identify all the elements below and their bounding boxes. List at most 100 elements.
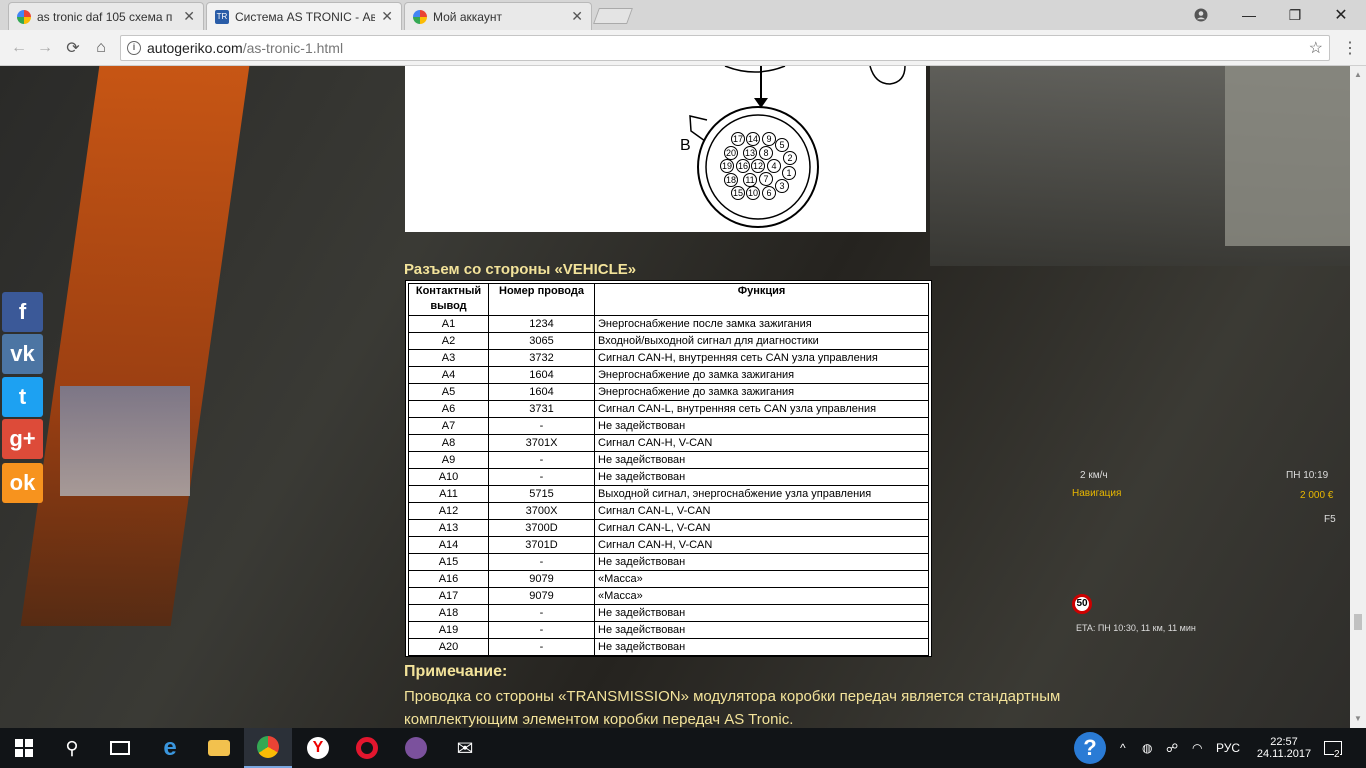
language-indicator[interactable]: РУС xyxy=(1216,728,1240,768)
close-tab-icon[interactable]: ✕ xyxy=(183,8,195,25)
pin-cell: A1 xyxy=(408,315,489,333)
column-header: Контактный вывод xyxy=(408,283,489,316)
google-favicon-icon xyxy=(413,9,427,24)
network-icon[interactable]: ☍ xyxy=(1166,728,1178,768)
wire-cell: 3700D xyxy=(488,519,595,537)
wire-cell: 3700X xyxy=(488,502,595,520)
pin-cell: A10 xyxy=(408,468,489,486)
mail-icon[interactable]: ✉ xyxy=(441,728,489,768)
background-image xyxy=(1225,66,1350,246)
function-cell: Не задействован xyxy=(594,621,929,639)
wifi-icon[interactable]: ◠ xyxy=(1192,728,1202,768)
close-window-icon[interactable]: ✕ xyxy=(1318,0,1364,30)
svg-text:20: 20 xyxy=(726,148,736,158)
pin-cell: A4 xyxy=(408,366,489,384)
task-view-icon[interactable] xyxy=(96,728,144,768)
twitter-share-icon[interactable]: t xyxy=(2,377,43,417)
opera-icon[interactable] xyxy=(343,728,391,768)
google-plus-share-icon[interactable]: g+ xyxy=(2,419,43,459)
function-cell: Сигнал CAN-L, V-CAN xyxy=(594,519,929,537)
scrollbar-thumb[interactable] xyxy=(1354,614,1362,630)
search-icon[interactable]: ⚲ xyxy=(48,728,96,768)
svg-text:18: 18 xyxy=(726,175,736,185)
scrollbar[interactable]: ▲ ▼ xyxy=(1350,66,1366,728)
table-row: A16 9079 «Масса» xyxy=(408,570,929,588)
function-cell: Входной/выходной сигнал для диагностики xyxy=(594,332,929,350)
pin-cell: A13 xyxy=(408,519,489,537)
pin-cell: A16 xyxy=(408,570,489,588)
background-image xyxy=(60,386,190,496)
column-header: Номер провода xyxy=(488,283,595,316)
pin-cell: A9 xyxy=(408,451,489,469)
viber-icon[interactable] xyxy=(392,728,440,768)
wire-cell: - xyxy=(488,553,595,571)
table-row: A18- Не задействован xyxy=(408,604,929,622)
clock-time: 22:57 xyxy=(1270,736,1298,748)
wire-cell: 3065 xyxy=(488,332,595,350)
table-row: A1 1234 Энергоснабжение после замка зажига… xyxy=(408,315,929,333)
tab-account[interactable]: Мой аккаунт ✕ xyxy=(404,2,592,30)
table-row: A4 1604 Энергоснабжение до замка зажигания xyxy=(408,366,929,384)
scroll-down-icon[interactable]: ▼ xyxy=(1354,714,1362,723)
address-bar[interactable]: i autogeriko.com/as-tronic-1.html ☆ xyxy=(120,35,1330,61)
svg-text:12: 12 xyxy=(753,161,763,171)
page-viewport: 2 км/ч Навигация ПН 10:19 2 000 € F5 50 … xyxy=(0,66,1350,728)
odnoklassniki-share-icon[interactable]: ok xyxy=(2,463,43,503)
wire-cell: 1604 xyxy=(488,366,595,384)
close-tab-icon[interactable]: ✕ xyxy=(571,8,583,25)
viber-tray-icon[interactable]: ◍ xyxy=(1142,728,1152,768)
chrome-icon[interactable] xyxy=(244,728,292,768)
help-icon[interactable]: ? xyxy=(1074,728,1106,768)
url-host: autogeriko.com xyxy=(147,40,243,56)
wire-cell: 1234 xyxy=(488,315,595,333)
table-row: A20- Не задействован xyxy=(408,638,929,656)
pin-cell: A8 xyxy=(408,434,489,452)
reload-icon[interactable]: ⟳ xyxy=(62,37,84,59)
background-image xyxy=(20,66,250,626)
browser-toolbar: ← → ⟳ ⌂ i autogeriko.com/as-tronic-1.htm… xyxy=(0,30,1366,66)
new-tab-button[interactable] xyxy=(593,8,633,24)
tab-search[interactable]: as tronic daf 105 схема п ✕ xyxy=(8,2,204,30)
function-cell: Сигнал CAN-L, внутренняя сеть CAN узла у… xyxy=(594,400,929,418)
forward-icon[interactable]: → xyxy=(34,37,56,59)
tray-expand-icon[interactable]: ^ xyxy=(1120,728,1126,768)
clock[interactable]: 22:57 24.11.2017 xyxy=(1254,728,1314,768)
home-icon[interactable]: ⌂ xyxy=(90,37,112,59)
yandex-browser-icon[interactable]: Y xyxy=(294,728,342,768)
table-row: A11 5715 Выходной сигнал, энергоснабжение … xyxy=(408,485,929,503)
notifications-icon[interactable]: 2 xyxy=(1324,728,1348,768)
wire-cell: 5715 xyxy=(488,485,595,503)
menu-icon[interactable]: ⋮ xyxy=(1342,38,1358,58)
wire-cell: 3701X xyxy=(488,434,595,452)
note-text: Проводка со стороны «TRANSMISSION» модул… xyxy=(404,688,1061,728)
vk-share-icon[interactable]: vk xyxy=(2,334,43,374)
edge-icon[interactable]: e xyxy=(146,728,194,768)
site-favicon-icon: TR xyxy=(215,9,229,24)
start-button[interactable] xyxy=(0,728,48,768)
clock-date: 24.11.2017 xyxy=(1256,748,1312,760)
facebook-share-icon[interactable]: f xyxy=(2,292,43,332)
wire-cell: - xyxy=(488,451,595,469)
hud-nav: Навигация xyxy=(1072,488,1122,499)
close-tab-icon[interactable]: ✕ xyxy=(381,8,393,25)
info-icon[interactable]: i xyxy=(127,41,141,55)
function-cell: Не задействован xyxy=(594,638,929,656)
bookmark-star-icon[interactable]: ☆ xyxy=(1309,38,1323,58)
table-row: A15- Не задействован xyxy=(408,553,929,571)
scroll-up-icon[interactable]: ▲ xyxy=(1354,70,1362,79)
file-explorer-icon[interactable] xyxy=(195,728,243,768)
pin-cell: A19 xyxy=(408,621,489,639)
table-row: A7- Не задействован xyxy=(408,417,929,435)
pin-cell: A17 xyxy=(408,587,489,605)
svg-text:17: 17 xyxy=(733,134,743,144)
back-icon[interactable]: ← xyxy=(8,37,30,59)
function-cell: Не задействован xyxy=(594,417,929,435)
connector-diagram: 17 14 9 5 20 13 8 2 19 16 12 4 1 18 11 7 3 15 10 6 B xyxy=(405,66,926,232)
pin-cell: A12 xyxy=(408,502,489,520)
tab-as-tronic[interactable]: TR Система AS TRONIC - Ав ✕ xyxy=(206,2,402,30)
function-cell: Сигнал CAN-H, V-CAN xyxy=(594,434,929,452)
pin-cell: A14 xyxy=(408,536,489,554)
minimize-icon[interactable]: — xyxy=(1226,0,1272,30)
profile-icon[interactable] xyxy=(1178,0,1224,30)
restore-icon[interactable]: ❐ xyxy=(1272,0,1318,30)
